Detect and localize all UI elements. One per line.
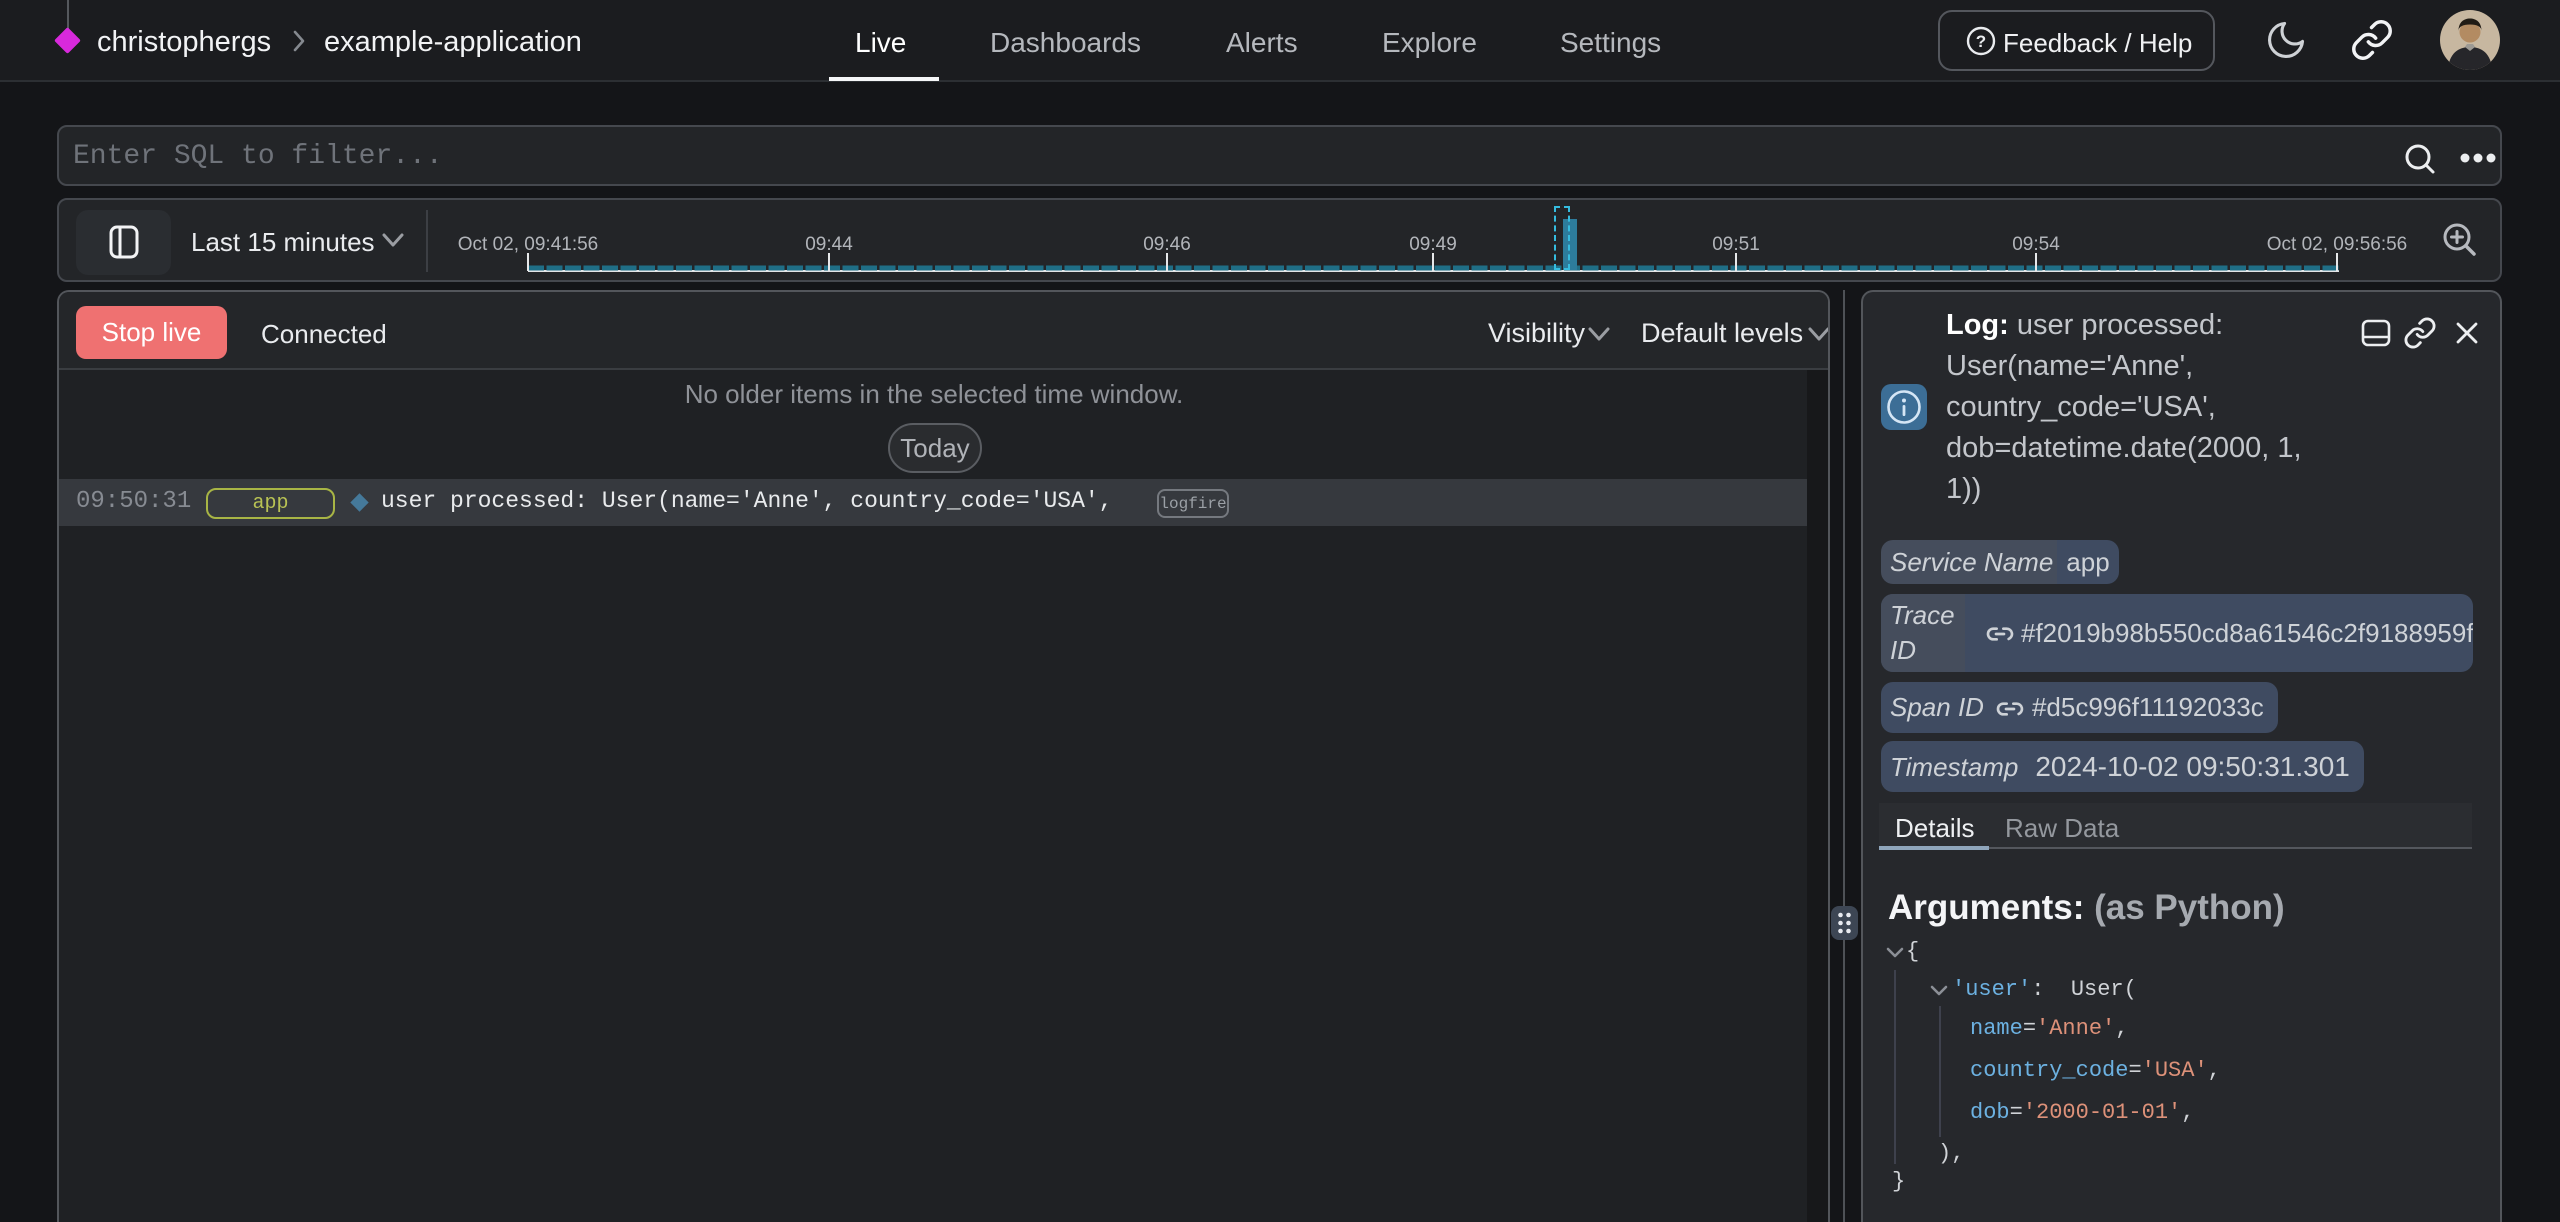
svg-text:?: ? <box>1976 32 1986 51</box>
